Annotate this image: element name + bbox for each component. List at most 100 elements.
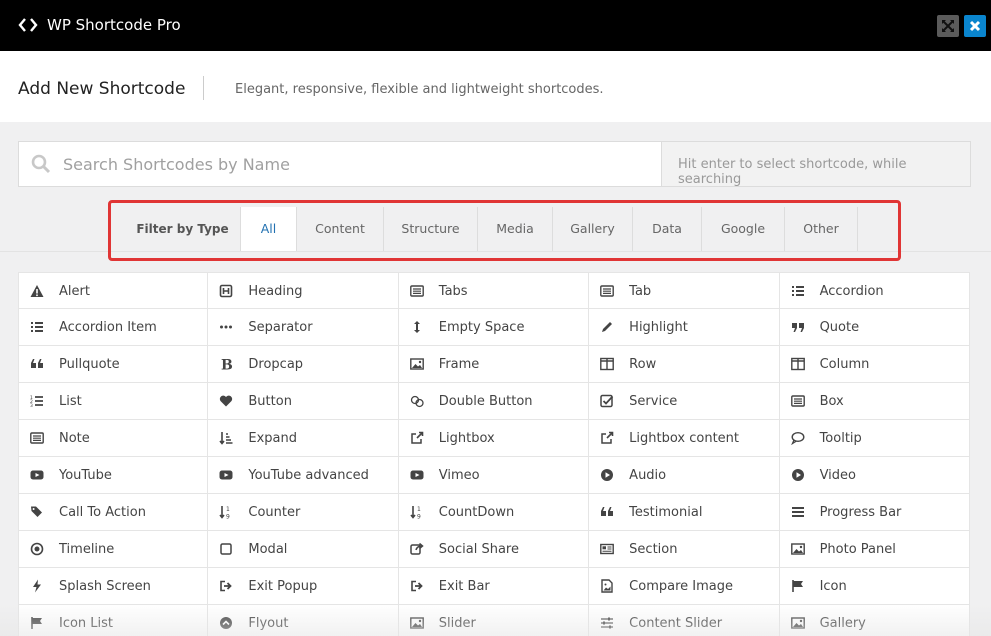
shortcode-label: Gallery [819,616,866,631]
dot-circle-icon [30,542,44,556]
shortcode-icon-list[interactable]: Icon List [18,605,209,636]
shortcode-countdown[interactable]: 1 9 CountDown [398,494,590,531]
page-title: Add New Shortcode [18,79,186,99]
close-button[interactable] [964,15,986,37]
shortcode-label: Section [629,542,678,557]
youtube-icon [219,470,233,480]
shortcode-service[interactable]: Service [589,383,780,420]
shortcode-label: Splash Screen [59,579,151,594]
shortcode-lightbox-content[interactable]: Lightbox content [589,420,780,457]
external-link-icon [411,431,424,444]
shortcode-label: Social Share [438,542,519,557]
shortcode-label: Heading [248,284,303,299]
page-subtitle: Elegant, responsive, flexible and lightw… [235,82,604,97]
shortcode-slider[interactable]: Slider [398,605,590,636]
shortcode-label: Column [819,357,870,372]
shortcode-icon[interactable]: Icon [779,568,970,605]
external-link-icon [601,431,614,444]
shortcode-row[interactable]: Row [589,346,780,383]
shortcode-youtube[interactable]: YouTube [18,457,209,494]
title-bar: WP Shortcode Pro [0,0,991,51]
shortcode-pullquote[interactable]: Pullquote [18,346,209,383]
shortcode-testimonial[interactable]: Testimonial [589,494,780,531]
shortcode-label: Empty Space [438,320,525,335]
shortcode-call-to-action[interactable]: Call To Action [18,494,209,531]
sign-out-icon [410,580,423,592]
shortcode-column[interactable]: Column [779,346,970,383]
shortcode-label: Slider [438,616,476,631]
shortcode-double-button[interactable]: Double Button [398,383,590,420]
shortcode-label: Tabs [438,284,468,299]
shortcode-tabs[interactable]: Tabs [398,272,590,309]
shortcode-list[interactable]: 1 2 3 List [18,383,209,420]
shortcode-label: Flyout [248,616,289,631]
shortcode-tooltip[interactable]: Tooltip [779,420,970,457]
shortcode-button[interactable]: Button [208,383,399,420]
shortcode-label: Lightbox [438,431,495,446]
shortcode-label: Box [819,394,844,409]
shortcode-label: Icon [819,579,847,594]
list-icon [31,322,43,332]
shortcode-video[interactable]: Video [779,457,970,494]
shortcode-label: Exit Popup [248,579,318,594]
shortcode-splash-screen[interactable]: Splash Screen [18,568,209,605]
shortcode-compare-image[interactable]: Compare Image [589,568,780,605]
maximize-button[interactable] [937,15,959,37]
flag-icon [791,580,803,592]
shortcode-content-slider[interactable]: Content Slider [589,605,780,636]
sliders-icon [601,617,614,629]
code-icon [18,18,38,32]
shortcode-photo-panel[interactable]: Photo Panel [779,531,970,568]
sort-amount-icon [219,432,233,445]
shortcode-modal[interactable]: Modal [208,531,399,568]
list-alt-icon [790,395,805,407]
search-input[interactable] [63,142,653,186]
share-icon [410,542,424,555]
shortcode-flyout[interactable]: Flyout [208,605,399,636]
shortcode-label: Exit Bar [438,579,490,594]
shortcode-frame[interactable]: Frame [398,346,590,383]
shortcode-label: Timeline [59,542,115,557]
shortcode-youtube-advanced[interactable]: YouTube advanced [208,457,399,494]
check-square-icon [600,394,614,408]
shortcode-label: Row [629,357,657,372]
file-image-icon [601,579,613,593]
shortcode-exit-bar[interactable]: Exit Bar [398,568,590,605]
heart-icon [220,395,233,407]
shortcode-heading[interactable]: Heading [208,272,399,309]
shortcode-timeline[interactable]: Timeline [18,531,209,568]
shortcode-note[interactable]: Note [18,420,209,457]
tags-icon [31,506,42,517]
shortcode-label: List [59,394,82,409]
shortcode-expand[interactable]: Expand [208,420,399,457]
search-box [18,141,662,187]
svg-text:3: 3 [30,403,33,408]
shortcode-accordion-item[interactable]: Accordion Item [18,309,209,346]
shortcode-section[interactable]: Section [589,531,780,568]
shortcode-empty-space[interactable]: Empty Space [398,309,590,346]
shortcode-accordion[interactable]: Accordion [779,272,970,309]
shortcode-quote[interactable]: Quote [779,309,970,346]
shortcode-lightbox[interactable]: Lightbox [398,420,590,457]
shortcode-alert[interactable]: Alert [18,272,209,309]
shortcode-exit-popup[interactable]: Exit Popup [208,568,399,605]
image-icon [409,617,424,629]
shortcode-box[interactable]: Box [779,383,970,420]
shortcode-progress-bar[interactable]: Progress Bar [779,494,970,531]
shortcode-tab[interactable]: Tab [589,272,780,309]
header: Add New Shortcode Elegant, responsive, f… [0,51,991,122]
shortcode-separator[interactable]: Separator [208,309,399,346]
shortcode-dropcap[interactable]: B Dropcap [208,346,399,383]
shortcode-label: Double Button [438,394,533,409]
shortcode-label: Service [629,394,678,409]
shortcode-highlight[interactable]: Highlight [589,309,780,346]
search-hint: Hit enter to select shortcode, while sea… [661,141,971,187]
shortcode-gallery[interactable]: Gallery [779,605,970,636]
shortcode-vimeo[interactable]: Vimeo [398,457,590,494]
shortcode-label: Compare Image [629,579,733,594]
sort-numeric-icon: 19 [410,506,421,519]
close-icon [969,20,981,32]
shortcode-social-share[interactable]: Social Share [398,531,590,568]
shortcode-audio[interactable]: Audio [589,457,780,494]
shortcode-counter[interactable]: 1 9 Counter [208,494,399,531]
